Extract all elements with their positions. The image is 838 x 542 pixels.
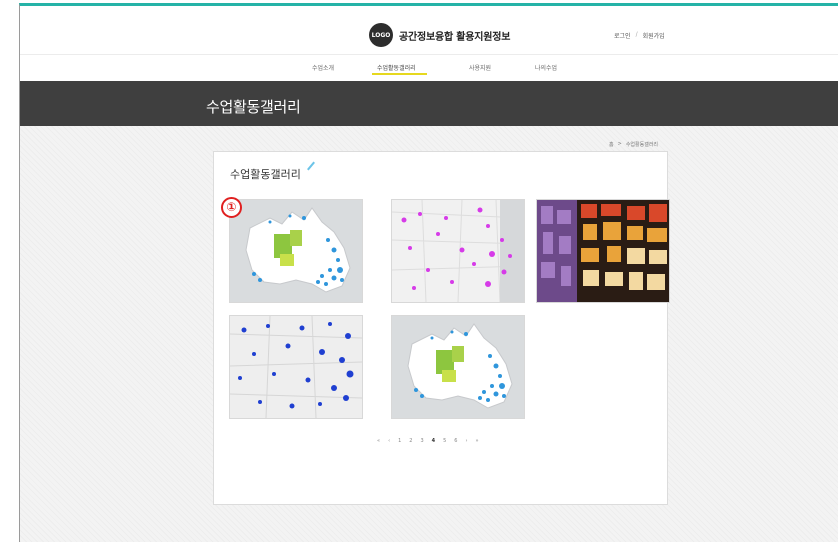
breadcrumb-current: 수업활동갤러리 <box>625 142 659 148</box>
gallery-thumbnail-1[interactable] <box>229 199 363 303</box>
breadcrumb-home[interactable]: 홈 <box>609 141 614 148</box>
gallery-thumbnail-4[interactable] <box>229 315 363 419</box>
page-link-2[interactable]: 2 <box>409 438 412 444</box>
pen-icon <box>307 161 315 171</box>
page-link-1[interactable]: 1 <box>398 438 401 444</box>
page-next-button[interactable]: › <box>465 438 467 444</box>
page-title: 수업활동갤러리 <box>206 98 301 116</box>
main-nav: 수업소개 수업활동갤러리 사용지원 나의수업 <box>20 55 838 81</box>
breadcrumb: 홈 > 수업활동갤러리 <box>609 141 658 148</box>
page-last-button[interactable]: » <box>475 438 478 444</box>
map-australia-blue-dots-image <box>230 316 362 418</box>
nav-item-support[interactable]: 사용지원 <box>469 63 491 72</box>
nav-item-class-intro[interactable]: 수업소개 <box>312 63 334 72</box>
nav-item-gallery[interactable]: 수업활동갤러리 <box>377 63 416 72</box>
nav-item-my-class[interactable]: 나의수업 <box>535 63 557 72</box>
login-link[interactable]: 로그인 <box>614 31 631 40</box>
page-banner: 수업활동갤러리 <box>20 81 838 126</box>
marker-badge: ① <box>221 197 242 218</box>
page-link-6[interactable]: 6 <box>454 438 457 444</box>
header: LOGO 공간정보융합 활용지원정보 로그인 / 회원가입 <box>20 6 838 54</box>
gallery-thumbnail-5[interactable] <box>391 315 525 419</box>
gallery-title: 수업활동갤러리 <box>230 168 301 181</box>
util-separator: / <box>635 31 638 38</box>
page-link-4-current[interactable]: 4 <box>432 438 435 444</box>
gallery-thumbnail-2[interactable] <box>391 199 525 303</box>
page-link-3[interactable]: 3 <box>420 438 423 444</box>
page-prev-button[interactable]: ‹ <box>388 438 390 444</box>
site-logo-group[interactable]: LOGO 공간정보융합 활용지원정보 <box>369 23 510 47</box>
signup-link[interactable]: 회원가입 <box>643 31 665 40</box>
map-australia-magenta-image <box>392 200 524 302</box>
breadcrumb-separator: > <box>617 141 622 147</box>
map-australia-image-2 <box>392 316 524 418</box>
site-title[interactable]: 공간정보융합 활용지원정보 <box>399 28 510 43</box>
nav-active-underline <box>372 73 427 75</box>
gallery-thumbnail-3[interactable] <box>536 199 670 303</box>
page-first-button[interactable]: « <box>377 438 380 444</box>
page-link-5[interactable]: 5 <box>443 438 446 444</box>
map-australia-image <box>230 200 362 302</box>
util-links: 로그인 / 회원가입 <box>614 31 665 40</box>
logo-icon[interactable]: LOGO <box>369 23 393 47</box>
map-city-blocks-image <box>537 200 669 302</box>
pagination: « ‹ 1 2 3 4 5 6 › » <box>377 438 479 444</box>
browser-frame: LOGO 공간정보융합 활용지원정보 로그인 / 회원가입 수업소개 수업활동갤… <box>19 3 838 542</box>
